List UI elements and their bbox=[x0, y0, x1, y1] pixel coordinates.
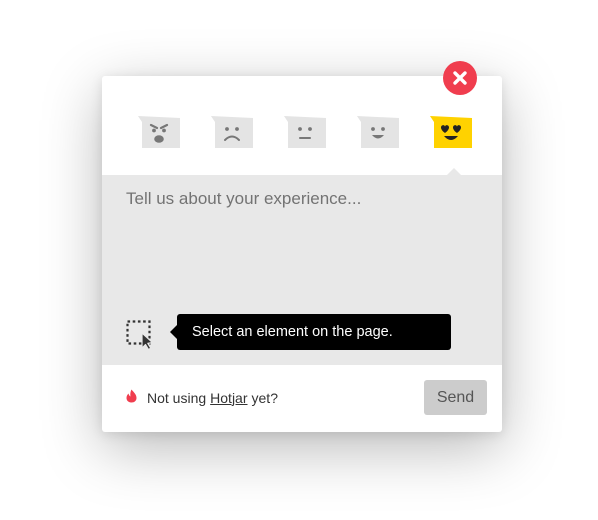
sad-face-icon bbox=[211, 116, 253, 148]
close-icon bbox=[453, 71, 467, 85]
send-button[interactable]: Send bbox=[424, 380, 487, 415]
rating-hate[interactable] bbox=[136, 114, 186, 154]
promo-suffix: yet? bbox=[251, 389, 278, 406]
hotjar-flame-icon bbox=[126, 389, 137, 406]
feedback-input[interactable] bbox=[102, 175, 502, 305]
hotjar-promo: Not using Hotjar yet? bbox=[126, 389, 278, 406]
rating-neutral[interactable] bbox=[282, 114, 332, 154]
widget-footer: Not using Hotjar yet? Send bbox=[102, 365, 502, 432]
tooltip-arrow bbox=[170, 325, 177, 339]
neutral-face-icon bbox=[284, 116, 326, 148]
rating-row bbox=[102, 76, 502, 175]
hotjar-link[interactable]: Hotjar bbox=[210, 390, 247, 406]
rating-like[interactable] bbox=[355, 114, 405, 154]
promo-prefix: Not using bbox=[147, 389, 207, 406]
select-element-icon[interactable] bbox=[126, 320, 156, 351]
rating-dislike[interactable] bbox=[209, 114, 259, 154]
selection-pointer bbox=[447, 168, 461, 175]
smile-face-icon bbox=[357, 116, 399, 148]
heart-eyes-face-icon bbox=[430, 116, 472, 148]
tooltip-text: Select an element on the page. bbox=[192, 324, 393, 340]
close-button[interactable] bbox=[443, 61, 477, 95]
select-element-tooltip: Select an element on the page. bbox=[170, 314, 451, 350]
stage: Select an element on the page. Not using… bbox=[0, 0, 598, 520]
feedback-widget: Select an element on the page. Not using… bbox=[102, 76, 502, 432]
feedback-area: Select an element on the page. bbox=[102, 175, 502, 365]
angry-face-icon bbox=[138, 116, 180, 148]
rating-love[interactable] bbox=[428, 114, 478, 154]
